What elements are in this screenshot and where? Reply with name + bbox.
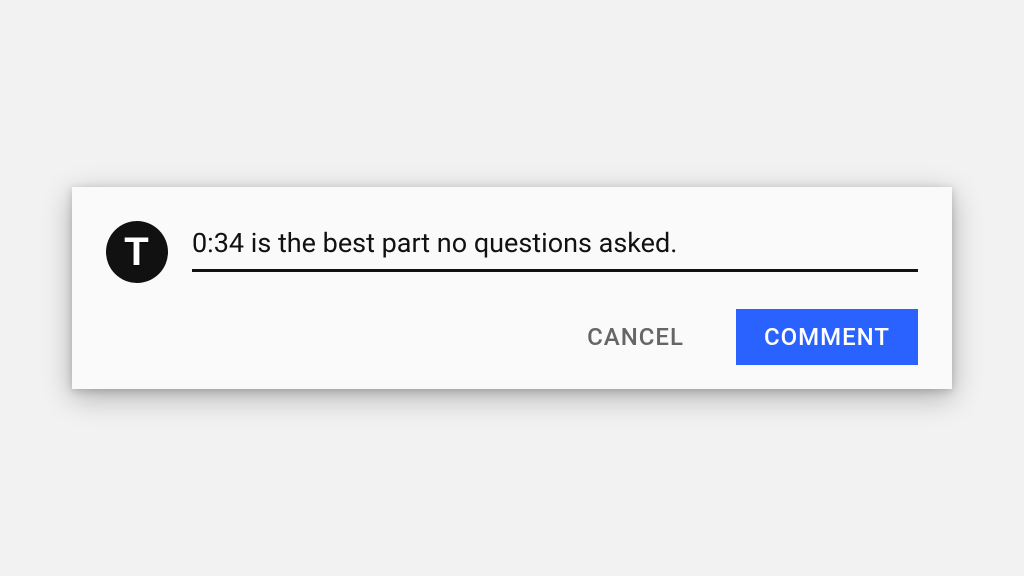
comment-submit-button[interactable]: Comment: [736, 309, 918, 365]
avatar-initial: T: [124, 230, 149, 275]
avatar[interactable]: T: [106, 221, 168, 283]
cancel-button[interactable]: Cancel: [559, 309, 712, 365]
compose-row: T: [106, 221, 918, 283]
comment-input-wrap: [192, 221, 918, 272]
action-row: Cancel Comment: [106, 309, 918, 365]
comment-input[interactable]: [192, 227, 918, 272]
comment-compose-box: T Cancel Comment: [72, 187, 952, 389]
